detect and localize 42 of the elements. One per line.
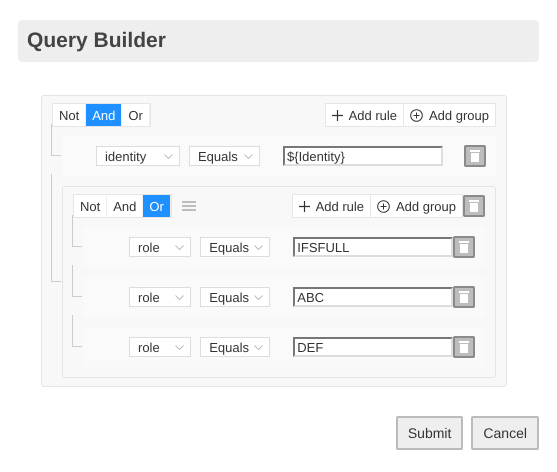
trash-icon [459, 241, 470, 253]
trash-icon [459, 341, 470, 353]
field-dropdown[interactable]: role [129, 337, 192, 357]
caret-icon [254, 244, 264, 250]
value-field[interactable]: IFSFULL [293, 237, 454, 257]
plus-icon [332, 110, 343, 120]
connector-line [51, 124, 61, 156]
connector-line [72, 265, 82, 297]
field-dropdown[interactable]: identity [96, 146, 180, 166]
dialog-button[interactable]: Submit [396, 416, 464, 450]
operator-dropdown[interactable]: Equals [200, 287, 270, 307]
trash-icon [470, 150, 480, 162]
operator-dropdown[interactable]: Equals [189, 146, 260, 166]
delete-button[interactable] [464, 145, 486, 167]
trash-icon [469, 200, 479, 212]
caret-icon [175, 344, 184, 350]
operator-dropdown[interactable]: Equals [200, 237, 270, 257]
plus-circle-icon [377, 200, 390, 212]
caret-icon [164, 154, 173, 158]
caret-icon [254, 294, 264, 300]
value-field[interactable]: ${Identity} [283, 146, 443, 166]
operator-dropdown[interactable]: Equals [200, 337, 270, 357]
dialog-button[interactable]: Cancel [471, 416, 539, 450]
field-dropdown[interactable]: role [129, 237, 192, 257]
plus-icon [298, 200, 310, 212]
value-field[interactable]: DEF [293, 337, 454, 357]
caret-icon [244, 154, 253, 158]
connector-line [72, 215, 82, 247]
dialog-title: Query Builder [18, 20, 539, 62]
caret-icon [254, 344, 264, 350]
caret-icon [175, 294, 184, 300]
drag-handle-icon[interactable] [182, 201, 196, 211]
delete-button[interactable] [453, 286, 475, 308]
delete-button[interactable] [453, 236, 475, 258]
caret-icon [175, 244, 184, 250]
delete-button[interactable] [463, 195, 485, 217]
trash-icon [459, 291, 470, 303]
plus-circle-icon [410, 108, 423, 122]
delete-button[interactable] [453, 336, 475, 358]
field-dropdown[interactable]: role [129, 287, 192, 307]
connector-line [72, 315, 82, 347]
value-field[interactable]: ABC [293, 287, 454, 307]
